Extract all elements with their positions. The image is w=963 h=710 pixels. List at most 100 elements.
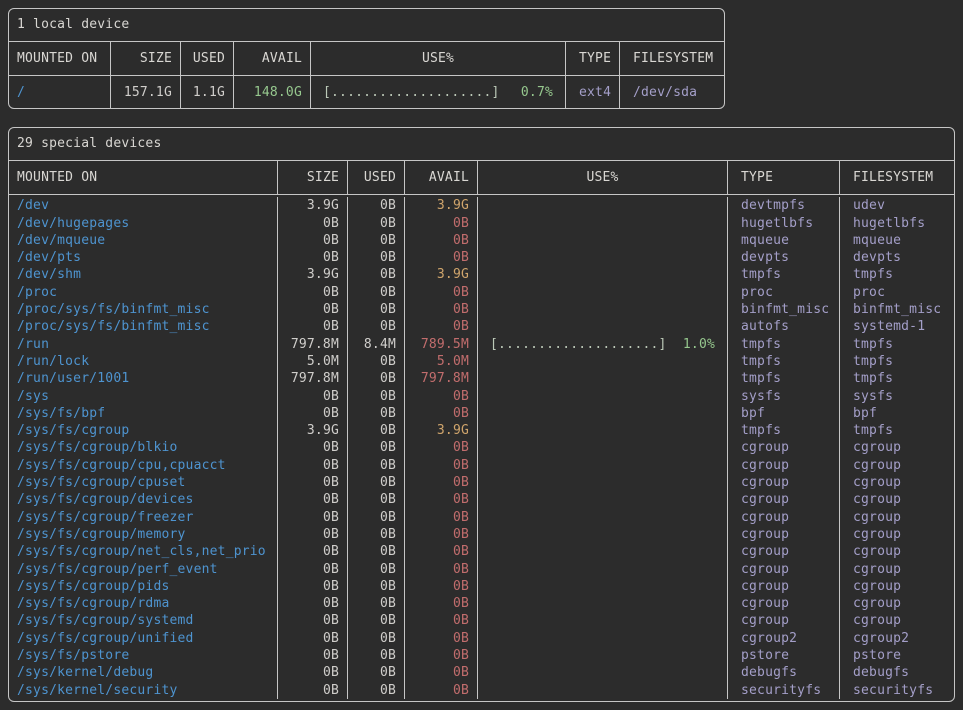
type-cell: cgroup — [728, 491, 840, 508]
filesystem-cell: devpts — [840, 249, 954, 266]
filesystem-cell: /dev/sda — [620, 76, 724, 108]
device-row: /sys/fs/cgroup/devices0B0B0Bcgroupcgroup — [9, 491, 954, 508]
avail-cell: 0B — [405, 561, 478, 578]
filesystem-cell: proc — [840, 284, 954, 301]
device-row: /sys/kernel/debug0B0B0Bdebugfsdebugfs — [9, 664, 954, 681]
size-cell: 0B — [278, 612, 348, 629]
usage-bar-cell — [478, 422, 728, 439]
mount-path-cell: /sys/kernel/security — [9, 682, 278, 699]
filesystem-cell: cgroup2 — [840, 630, 954, 647]
used-cell: 0B — [348, 422, 405, 439]
mount-path-cell: /sys/fs/cgroup/systemd — [9, 612, 278, 629]
column-header-filesystem: FILESYSTEM — [840, 161, 954, 194]
usage-bar-cell — [478, 301, 728, 318]
filesystem-cell: cgroup — [840, 491, 954, 508]
mount-path-cell: /sys/fs/cgroup/freezer — [9, 509, 278, 526]
usage-bar-cell — [478, 491, 728, 508]
avail-cell: 0B — [405, 215, 478, 232]
table-body: /157.1G1.1G148.0G[....................]0… — [9, 76, 724, 108]
mount-path-cell: /dev/mqueue — [9, 232, 278, 249]
avail-cell: 3.9G — [405, 422, 478, 439]
size-cell: 0B — [278, 578, 348, 595]
usage-bar-cell: [....................]0.7% — [311, 76, 566, 108]
used-cell: 0B — [348, 612, 405, 629]
mount-path-cell: /sys/fs/cgroup/unified — [9, 630, 278, 647]
device-row: /sys/fs/cgroup/cpu,cpuacct0B0B0Bcgroupcg… — [9, 457, 954, 474]
type-cell: devpts — [728, 249, 840, 266]
type-cell: cgroup2 — [728, 630, 840, 647]
used-cell: 0B — [348, 457, 405, 474]
used-cell: 0B — [348, 474, 405, 491]
type-cell: mqueue — [728, 232, 840, 249]
used-cell: 0B — [348, 630, 405, 647]
device-row: /dev/shm3.9G0B3.9Gtmpfstmpfs — [9, 266, 954, 283]
type-cell: cgroup — [728, 561, 840, 578]
mount-path-cell: /sys — [9, 388, 278, 405]
mount-path-cell: /sys/fs/cgroup/cpu,cpuacct — [9, 457, 278, 474]
usage-bar-cell — [478, 561, 728, 578]
column-header-size: SIZE — [278, 161, 348, 194]
avail-cell: 0B — [405, 595, 478, 612]
type-cell: cgroup — [728, 595, 840, 612]
avail-cell: 0B — [405, 543, 478, 560]
filesystem-cell: tmpfs — [840, 336, 954, 353]
mount-path-cell: /run/user/1001 — [9, 370, 278, 387]
filesystem-cell: tmpfs — [840, 422, 954, 439]
local-devices-table: 1 local device MOUNTED ONSIZEUSEDAVAILUS… — [8, 8, 725, 109]
avail-cell: 5.0M — [405, 353, 478, 370]
usage-bar-cell — [478, 682, 728, 699]
type-cell: debugfs — [728, 664, 840, 681]
size-cell: 0B — [278, 284, 348, 301]
type-cell: devtmpfs — [728, 197, 840, 214]
usage-bar-cell — [478, 215, 728, 232]
type-cell: cgroup — [728, 543, 840, 560]
column-header-use-: USE% — [311, 42, 566, 75]
usage-bar-cell — [478, 457, 728, 474]
usage-bar-cell — [478, 370, 728, 387]
size-cell: 0B — [278, 682, 348, 699]
column-header-mounted-on: MOUNTED ON — [9, 42, 111, 75]
usage-bar-cell — [478, 647, 728, 664]
type-cell: tmpfs — [728, 370, 840, 387]
avail-cell: 0B — [405, 491, 478, 508]
terminal-output: 1 local device MOUNTED ONSIZEUSEDAVAILUS… — [0, 0, 963, 710]
type-cell: cgroup — [728, 457, 840, 474]
column-header-type: TYPE — [728, 161, 840, 194]
used-cell: 0B — [348, 439, 405, 456]
device-row: /run/lock5.0M0B5.0Mtmpfstmpfs — [9, 353, 954, 370]
filesystem-cell: securityfs — [840, 682, 954, 699]
filesystem-cell: cgroup — [840, 561, 954, 578]
device-row: /sys/fs/cgroup/rdma0B0B0Bcgroupcgroup — [9, 595, 954, 612]
usage-bar-cell — [478, 543, 728, 560]
usage-bar: [....................] — [323, 84, 500, 101]
usage-bar-cell — [478, 284, 728, 301]
size-cell: 0B — [278, 388, 348, 405]
size-cell: 0B — [278, 509, 348, 526]
mount-path-cell: /sys/fs/cgroup/pids — [9, 578, 278, 595]
mount-path-cell: /proc — [9, 284, 278, 301]
device-row: /dev3.9G0B3.9Gdevtmpfsudev — [9, 197, 954, 214]
used-cell: 0B — [348, 509, 405, 526]
device-row: /dev/mqueue0B0B0Bmqueuemqueue — [9, 232, 954, 249]
usage-bar-cell — [478, 318, 728, 335]
device-row: /sys/fs/bpf0B0B0Bbpfbpf — [9, 405, 954, 422]
mount-path-cell: /sys/fs/cgroup/cpuset — [9, 474, 278, 491]
mount-path-cell: /run — [9, 336, 278, 353]
type-cell: cgroup — [728, 439, 840, 456]
usage-bar-cell — [478, 595, 728, 612]
table-header-row: MOUNTED ONSIZEUSEDAVAILUSE%TYPEFILESYSTE… — [9, 161, 954, 195]
used-cell: 0B — [348, 284, 405, 301]
avail-cell: 0B — [405, 647, 478, 664]
filesystem-cell: cgroup — [840, 439, 954, 456]
mount-path-cell: /dev — [9, 197, 278, 214]
filesystem-cell: cgroup — [840, 526, 954, 543]
avail-cell: 0B — [405, 526, 478, 543]
device-row: /sys/fs/cgroup/freezer0B0B0Bcgroupcgroup — [9, 509, 954, 526]
avail-cell: 0B — [405, 630, 478, 647]
usage-percent: 1.0% — [683, 336, 715, 353]
avail-cell: 0B — [405, 232, 478, 249]
mount-path-cell: /sys/fs/bpf — [9, 405, 278, 422]
used-cell: 0B — [348, 664, 405, 681]
mount-path-cell: /sys/fs/cgroup/blkio — [9, 439, 278, 456]
filesystem-cell: cgroup — [840, 457, 954, 474]
